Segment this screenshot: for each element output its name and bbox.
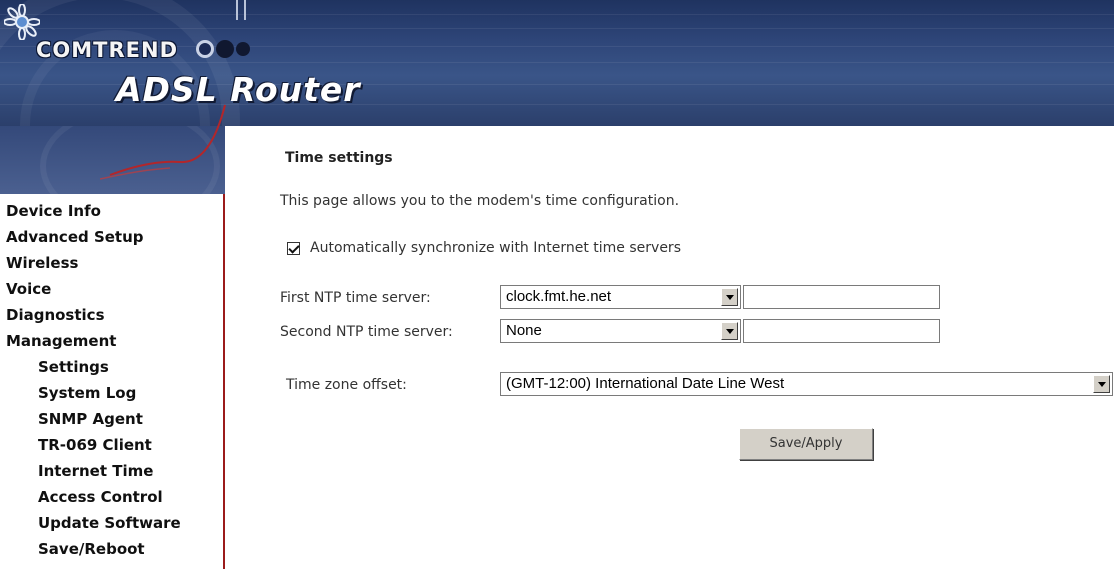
sidebar-subitem-tr069-client[interactable]: TR-069 Client <box>0 432 223 458</box>
sidebar-subitem-internet-time[interactable]: Internet Time <box>0 458 223 484</box>
red-swoosh-decoration <box>100 104 226 180</box>
sidebar-item-wireless[interactable]: Wireless <box>0 250 223 276</box>
auto-sync-label: Automatically synchronize with Internet … <box>310 240 681 256</box>
sidebar-item-voice[interactable]: Voice <box>0 276 223 302</box>
page-description: This page allows you to the modem's time… <box>280 193 680 209</box>
sidebar-item-device-info[interactable]: Device Info <box>0 198 223 224</box>
second-ntp-select[interactable]: None <box>500 319 741 343</box>
sidebar-item-advanced-setup[interactable]: Advanced Setup <box>0 224 223 250</box>
sidebar-subitem-snmp-agent[interactable]: SNMP Agent <box>0 406 223 432</box>
first-ntp-select[interactable]: clock.fmt.he.net <box>500 285 741 309</box>
sidebar-subitem-update-software[interactable]: Update Software <box>0 510 223 536</box>
sidebar: Device Info Advanced Setup Wireless Voic… <box>0 194 225 569</box>
second-ntp-label: Second NTP time server: <box>280 324 453 340</box>
chevron-down-icon <box>1093 375 1110 393</box>
sidebar-item-diagnostics[interactable]: Diagnostics <box>0 302 223 328</box>
logo-flower-icon <box>4 4 40 40</box>
page-title: Time settings <box>285 150 393 166</box>
timezone-label: Time zone offset: <box>286 377 407 393</box>
auto-sync-row: Automatically synchronize with Internet … <box>287 240 681 256</box>
main-content: Time settings This page allows you to th… <box>227 140 1114 569</box>
sidebar-subitem-settings[interactable]: Settings <box>0 354 223 380</box>
auto-sync-checkbox[interactable] <box>287 241 300 255</box>
timezone-select[interactable]: (GMT-12:00) International Date Line West <box>500 372 1113 396</box>
timezone-selected-value: (GMT-12:00) International Date Line West <box>506 375 785 392</box>
second-ntp-selected-value: None <box>506 322 542 339</box>
sidebar-subitem-access-control[interactable]: Access Control <box>0 484 223 510</box>
chevron-down-icon <box>721 322 738 340</box>
sidebar-subitem-save-reboot[interactable]: Save/Reboot <box>0 536 223 562</box>
sidebar-item-management[interactable]: Management <box>0 328 223 354</box>
first-ntp-label: First NTP time server: <box>280 290 431 306</box>
brand-dots-icon <box>196 40 250 58</box>
brand-logo-text: COMTREND <box>36 38 179 62</box>
chevron-down-icon <box>721 288 738 306</box>
sidebar-subitem-system-log[interactable]: System Log <box>0 380 223 406</box>
sidebar-nav: Device Info Advanced Setup Wireless Voic… <box>0 194 223 562</box>
second-ntp-other-input[interactable] <box>743 319 940 343</box>
first-ntp-other-input[interactable] <box>743 285 940 309</box>
first-ntp-selected-value: clock.fmt.he.net <box>506 288 612 305</box>
save-apply-button[interactable]: Save/Apply <box>739 428 873 460</box>
